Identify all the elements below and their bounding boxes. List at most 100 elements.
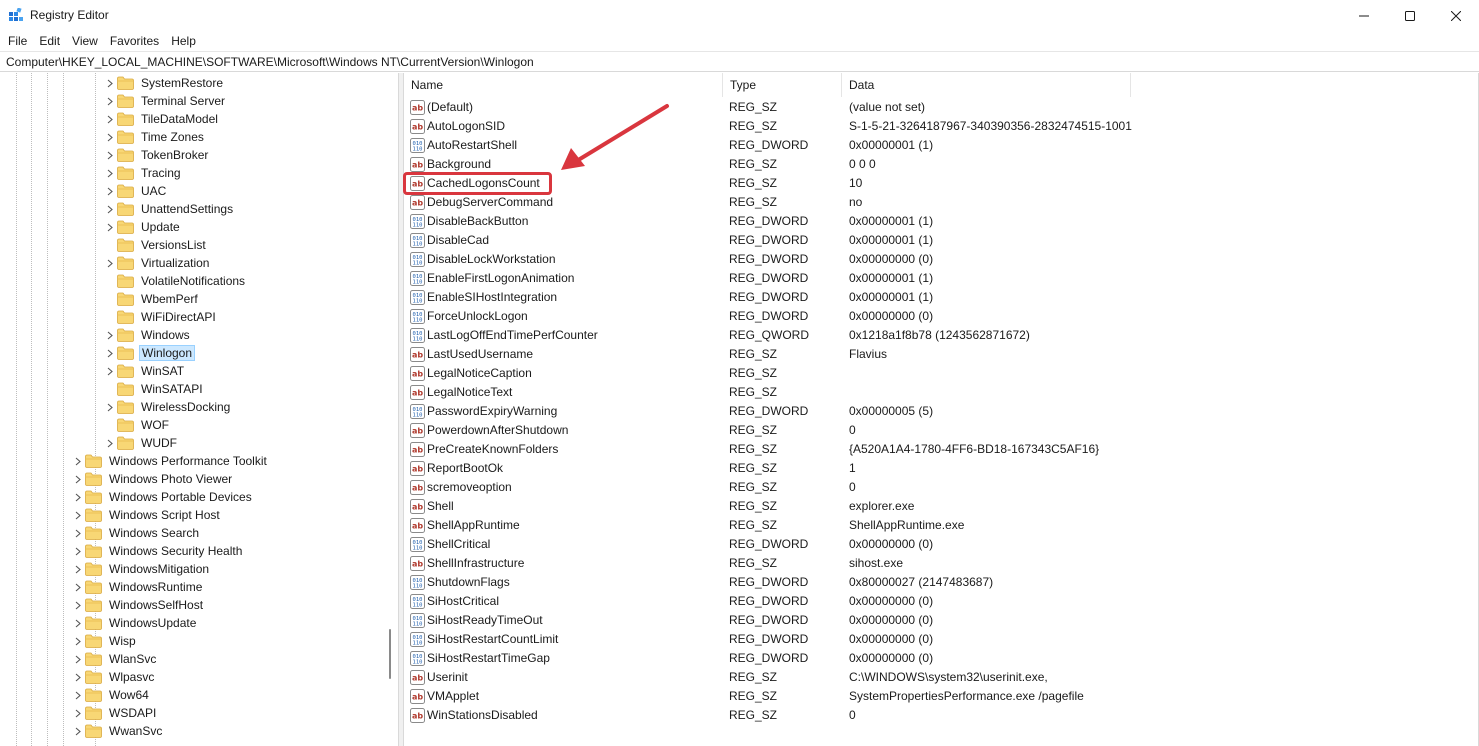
expand-chevron-icon[interactable] [105, 254, 115, 272]
tree-item[interactable]: WSDAPI [73, 704, 158, 722]
expand-chevron-icon[interactable] [73, 650, 83, 668]
tree-item[interactable]: Windows Performance Toolkit [73, 452, 269, 470]
tree-item[interactable]: Update [105, 218, 182, 236]
tree-item[interactable]: WindowsMitigation [73, 560, 211, 578]
expand-chevron-icon[interactable] [105, 326, 115, 344]
tree-item[interactable]: WindowsUpdate [73, 614, 198, 632]
tree-item[interactable]: WirelessDocking [105, 398, 232, 416]
expand-chevron-icon[interactable] [105, 398, 115, 416]
expand-chevron-icon[interactable] [105, 92, 115, 110]
tree-item[interactable]: Tracing [105, 164, 183, 182]
tree-item[interactable]: Windows Search [73, 524, 201, 542]
tree-item[interactable]: WbemPerf [105, 290, 200, 308]
expand-chevron-icon[interactable] [73, 524, 83, 542]
menu-favorites[interactable]: Favorites [104, 31, 165, 51]
value-row[interactable]: 010 110 LastLogOffEndTimePerfCounter REG_QW… [404, 326, 1478, 345]
tree-item[interactable]: Time Zones [105, 128, 206, 146]
expand-chevron-icon[interactable] [105, 200, 115, 218]
tree-scrollbar[interactable] [383, 73, 398, 746]
value-row[interactable]: ab LegalNoticeText REG_SZ [404, 383, 1478, 402]
tree-item[interactable]: Windows Portable Devices [73, 488, 254, 506]
value-row[interactable]: 010 110 SiHostReadyTimeOut REG_DWORD 0x00000… [404, 611, 1478, 630]
tree-item[interactable]: WUDF [105, 434, 179, 452]
tree-item[interactable]: TileDataModel [105, 110, 220, 128]
expand-chevron-icon[interactable] [73, 704, 83, 722]
value-row[interactable]: ab CachedLogonsCount REG_SZ 10 [404, 174, 1478, 193]
value-row[interactable]: 010 110 EnableFirstLogonAnimation REG_DWORD… [404, 269, 1478, 288]
value-row[interactable]: 010 110 PasswordExpiryWarning REG_DWORD 0x00… [404, 402, 1478, 421]
value-row[interactable]: ab LastUsedUsername REG_SZ Flavius [404, 345, 1478, 364]
menu-file[interactable]: File [2, 31, 33, 51]
tree-item[interactable]: VolatileNotifications [105, 272, 247, 290]
tree-item[interactable]: WlanSvc [73, 650, 158, 668]
value-row[interactable]: 010 110 ForceUnlockLogon REG_DWORD 0x0000000… [404, 307, 1478, 326]
tree-item[interactable]: WinSATAPI [105, 380, 205, 398]
close-button[interactable] [1433, 0, 1479, 31]
expand-chevron-icon[interactable] [105, 218, 115, 236]
expand-chevron-icon[interactable] [73, 722, 83, 740]
value-row[interactable]: 010 110 SiHostCritical REG_DWORD 0x00000000 … [404, 592, 1478, 611]
maximize-button[interactable] [1387, 0, 1433, 31]
tree-item[interactable]: SystemRestore [105, 74, 225, 92]
tree-item[interactable]: UAC [105, 182, 168, 200]
value-row[interactable]: 010 110 DisableBackButton REG_DWORD 0x000000… [404, 212, 1478, 231]
value-row[interactable]: 010 110 DisableCad REG_DWORD 0x00000001 (1) [404, 231, 1478, 250]
expand-chevron-icon[interactable] [73, 488, 83, 506]
value-row[interactable]: ab Background REG_SZ 0 0 0 [404, 155, 1478, 174]
tree-item[interactable]: WindowsSelfHost [73, 596, 205, 614]
expand-chevron-icon[interactable] [105, 182, 115, 200]
tree-item[interactable]: Wisp [73, 632, 138, 650]
value-row[interactable]: 010 110 EnableSIHostIntegration REG_DWORD 0x… [404, 288, 1478, 307]
expand-chevron-icon[interactable] [73, 470, 83, 488]
tree-scrollbar-thumb[interactable] [389, 629, 391, 679]
value-row[interactable]: ab WinStationsDisabled REG_SZ 0 [404, 706, 1478, 725]
tree-item[interactable]: VersionsList [105, 236, 208, 254]
address-bar[interactable]: Computer\HKEY_LOCAL_MACHINE\SOFTWARE\Mic… [0, 51, 1479, 72]
expand-chevron-icon[interactable] [73, 506, 83, 524]
value-row[interactable]: 010 110 ShutdownFlags REG_DWORD 0x80000027 (… [404, 573, 1478, 592]
tree-item[interactable]: WiFiDirectAPI [105, 308, 218, 326]
value-row[interactable]: 010 110 AutoRestartShell REG_DWORD 0x0000000… [404, 136, 1478, 155]
expand-chevron-icon[interactable] [105, 110, 115, 128]
value-row[interactable]: ab ReportBootOk REG_SZ 1 [404, 459, 1478, 478]
expand-chevron-icon[interactable] [73, 668, 83, 686]
minimize-button[interactable] [1341, 0, 1387, 31]
expand-chevron-icon[interactable] [105, 74, 115, 92]
tree-item[interactable]: WindowsRuntime [73, 578, 204, 596]
tree-item[interactable]: Windows Security Health [73, 542, 244, 560]
value-row[interactable]: 010 110 DisableLockWorkstation REG_DWORD 0x0… [404, 250, 1478, 269]
expand-chevron-icon[interactable] [105, 146, 115, 164]
tree-item[interactable]: TokenBroker [105, 146, 210, 164]
column-header-name[interactable]: Name [404, 73, 723, 97]
column-header-data[interactable]: Data [842, 73, 1131, 97]
value-row[interactable]: ab PowerdownAfterShutdown REG_SZ 0 [404, 421, 1478, 440]
expand-chevron-icon[interactable] [105, 164, 115, 182]
menu-view[interactable]: View [66, 31, 104, 51]
tree-item[interactable]: Windows Photo Viewer [73, 470, 234, 488]
expand-chevron-icon[interactable] [105, 128, 115, 146]
tree-item[interactable]: Windows [105, 326, 192, 344]
menu-help[interactable]: Help [165, 31, 202, 51]
expand-chevron-icon[interactable] [105, 362, 115, 380]
tree-item[interactable]: Virtualization [105, 254, 211, 272]
value-row[interactable]: ab PreCreateKnownFolders REG_SZ {A520A1A4-1… [404, 440, 1478, 459]
expand-chevron-icon[interactable] [73, 452, 83, 470]
column-header-type[interactable]: Type [723, 73, 842, 97]
tree-item[interactable]: Wow64 [73, 686, 151, 704]
menu-edit[interactable]: Edit [33, 31, 66, 51]
value-row[interactable]: ab ShellAppRuntime REG_SZ ShellAppRuntime.e… [404, 516, 1478, 535]
value-row[interactable]: ab Shell REG_SZ explorer.exe [404, 497, 1478, 516]
expand-chevron-icon[interactable] [73, 686, 83, 704]
tree-item[interactable]: Wlpasvc [73, 668, 156, 686]
expand-chevron-icon[interactable] [73, 614, 83, 632]
tree-item[interactable]: WinSAT [105, 362, 186, 380]
expand-chevron-icon[interactable] [73, 560, 83, 578]
expand-chevron-icon[interactable] [73, 632, 83, 650]
expand-chevron-icon[interactable] [105, 434, 115, 452]
value-row[interactable]: ab VMApplet REG_SZ SystemPropertiesPerforma… [404, 687, 1478, 706]
value-row[interactable]: ab scremoveoption REG_SZ 0 [404, 478, 1478, 497]
value-row[interactable]: ab DebugServerCommand REG_SZ no [404, 193, 1478, 212]
tree-item[interactable]: Winlogon [105, 344, 196, 362]
value-row[interactable]: ab LegalNoticeCaption REG_SZ [404, 364, 1478, 383]
tree-item[interactable]: Terminal Server [105, 92, 227, 110]
